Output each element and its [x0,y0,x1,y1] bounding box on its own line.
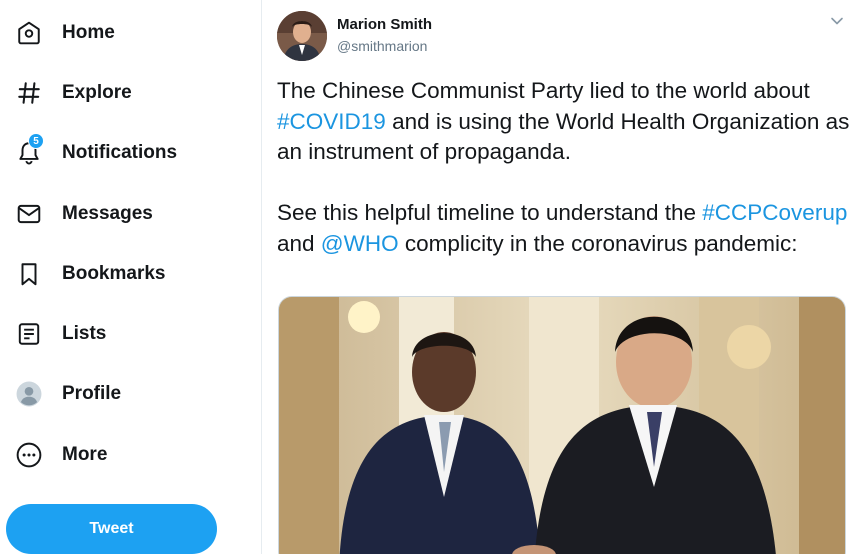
list-icon [16,321,42,347]
chevron-down-icon[interactable] [830,14,844,28]
sidebar-item-label: Bookmarks [62,263,166,284]
user-handle[interactable]: @smithmarion [337,38,427,54]
sidebar-item-bookmarks[interactable]: Bookmarks [0,252,240,296]
display-name[interactable]: Marion Smith [337,16,432,33]
more-icon [16,442,42,468]
sidebar-item-more[interactable]: More [0,433,240,477]
sidebar-item-label: Messages [62,203,153,224]
profile-icon [16,381,42,407]
bookmark-icon [16,261,42,287]
tweet-text-segment: and [277,230,321,256]
sidebar-item-label: Notifications [62,142,178,163]
hashtag-link-ccpcoverup[interactable]: #CCPCoverup [702,200,847,225]
notification-count-badge: 5 [28,133,44,149]
tweet-text-segment: See this helpful timeline to understand … [277,200,703,225]
tweet-button[interactable]: Tweet [6,504,217,554]
sidebar-item-explore[interactable]: Explore [0,71,240,115]
sidebar-item-label: More [62,444,108,465]
sidebar-item-lists[interactable]: Lists [0,312,240,356]
sidebar-item-label: Explore [62,82,132,103]
avatar[interactable] [277,11,327,61]
sidebar-nav: Home Explore 5 Notifications Messages Bo… [0,0,258,554]
sidebar-item-notifications[interactable]: 5 Notifications [0,131,240,175]
tweet-detail: Marion Smith @smithmarion The Chinese Co… [261,0,864,554]
sidebar-item-label: Profile [62,383,122,404]
envelope-icon [16,201,42,227]
sidebar-item-label: Lists [62,323,107,344]
tweet-photo[interactable] [278,296,846,554]
tweet-text-segment: The Chinese Communist Party lied to the … [277,78,810,103]
home-icon [16,20,42,46]
sidebar-item-label: Home [62,22,115,43]
sidebar-item-profile[interactable]: Profile [0,372,240,416]
tweet-text: The Chinese Communist Party lied to the … [277,76,852,259]
hashtag-link-covid19[interactable]: #COVID19 [277,109,386,134]
hashtag-icon [16,80,42,106]
mention-link-who[interactable]: @WHO [321,231,399,256]
tweet-text-segment: complicity in the coronavirus pandemic: [398,230,798,256]
sidebar-item-home[interactable]: Home [0,11,240,55]
sidebar-item-messages[interactable]: Messages [0,192,240,236]
